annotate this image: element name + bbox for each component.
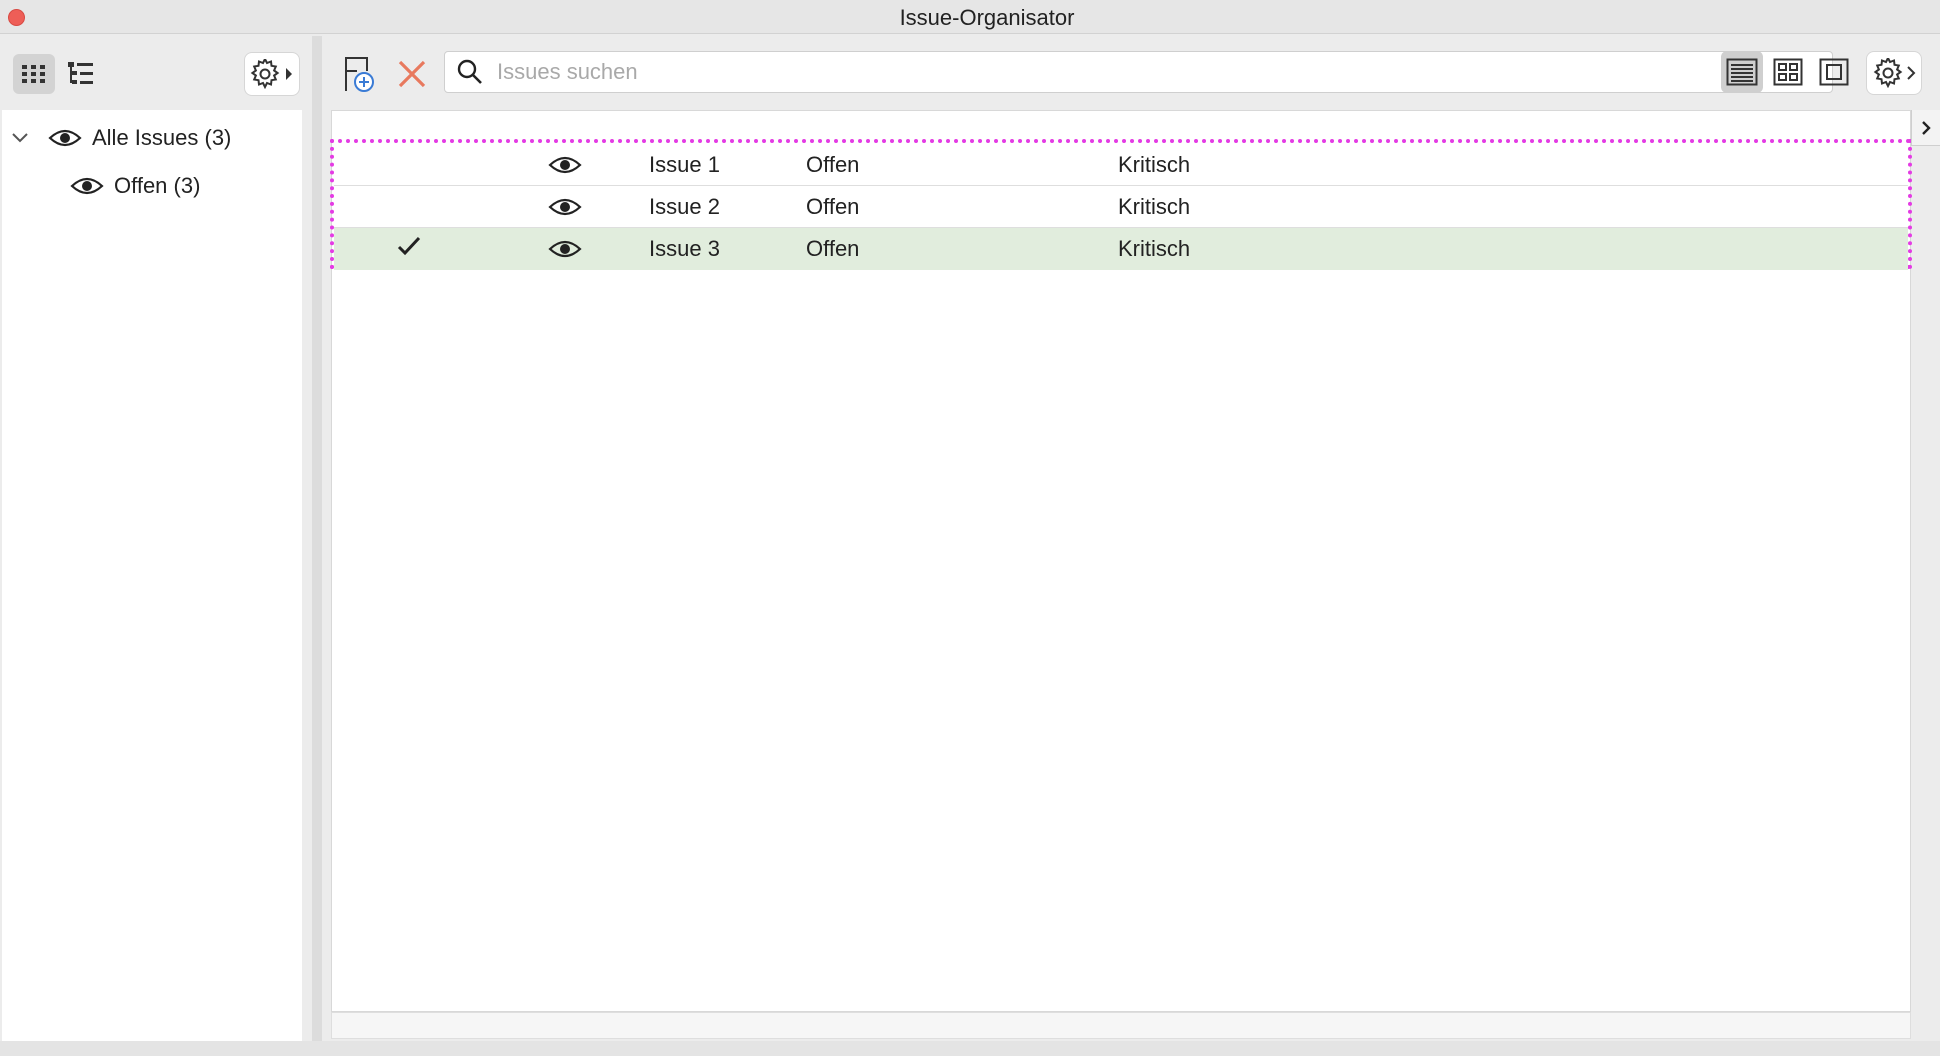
issue-list-panel: Issue 1 Offen Kritisch Issue 2 Offen Kri… [330, 110, 1912, 1012]
expand-panel-button[interactable] [1911, 110, 1940, 146]
checkmark-icon[interactable] [397, 236, 421, 262]
window-title: Issue-Organisator [899, 5, 1075, 30]
search-field[interactable] [444, 51, 1833, 93]
eye-icon[interactable] [70, 175, 104, 197]
grid-view-icon [1773, 58, 1803, 86]
chevron-down-icon[interactable] [10, 132, 30, 144]
horizontal-scrollbar[interactable] [331, 1012, 1911, 1039]
issue-table: Issue 1 Offen Kritisch Issue 2 Offen Kri… [330, 139, 1912, 270]
issue-status: Offen [806, 194, 860, 219]
issue-priority: Kritisch [1118, 152, 1191, 177]
main-toolbar [322, 34, 1940, 110]
sidebar-toolbar [0, 34, 310, 110]
grid-layout-button[interactable] [1767, 51, 1809, 93]
main-settings-button[interactable] [1866, 51, 1922, 95]
issue-priority: Kritisch [1118, 194, 1191, 219]
add-issue-button[interactable] [338, 52, 382, 96]
status-strip [0, 1041, 1940, 1056]
gear-icon [1873, 58, 1902, 88]
chevron-right-icon [1922, 120, 1931, 135]
issue-name: Issue 3 [649, 236, 720, 261]
list-view-button[interactable] [1721, 51, 1763, 93]
issue-status: Offen [806, 236, 860, 261]
grid-view-button[interactable] [13, 54, 55, 94]
single-view-button[interactable] [1813, 51, 1855, 93]
add-issue-icon [345, 57, 374, 92]
tree-item-offen[interactable]: Offen (3) [70, 170, 200, 202]
table-row[interactable]: Issue 3 Offen Kritisch [334, 228, 1908, 270]
search-input[interactable] [497, 59, 1797, 85]
issue-name: Issue 1 [649, 152, 720, 177]
list-view-icon [1726, 58, 1758, 86]
tree-view-icon [68, 62, 93, 84]
pane-splitter[interactable] [312, 36, 322, 1056]
issue-status: Offen [806, 152, 860, 177]
eye-icon[interactable] [548, 238, 582, 266]
gear-icon [250, 59, 280, 89]
eye-icon[interactable] [548, 196, 582, 224]
tree-item-label: Offen (3) [114, 173, 201, 198]
chevron-right-icon [286, 68, 292, 80]
delete-icon [398, 60, 426, 88]
chevron-right-icon [1906, 66, 1915, 80]
issue-priority: Kritisch [1118, 236, 1191, 261]
single-view-icon [1819, 58, 1849, 86]
issue-name: Issue 2 [649, 194, 720, 219]
sidebar-settings-button[interactable] [244, 52, 300, 96]
search-icon [457, 59, 483, 85]
tree-view-button[interactable] [60, 54, 102, 94]
eye-icon[interactable] [48, 127, 82, 149]
table-row[interactable]: Issue 2 Offen Kritisch [334, 186, 1908, 228]
tree-item-label: Alle Issues (3) [92, 125, 232, 150]
grid-view-icon [22, 65, 45, 83]
sidebar-tree: Alle Issues (3) Offen (3) [2, 110, 302, 1041]
table-row[interactable]: Issue 1 Offen Kritisch [334, 144, 1908, 186]
delete-issue-button[interactable] [390, 52, 434, 96]
title-bar: Issue-Organisator [0, 0, 1940, 34]
eye-icon[interactable] [548, 154, 582, 182]
tree-item-all-issues[interactable]: Alle Issues (3) [10, 122, 231, 154]
